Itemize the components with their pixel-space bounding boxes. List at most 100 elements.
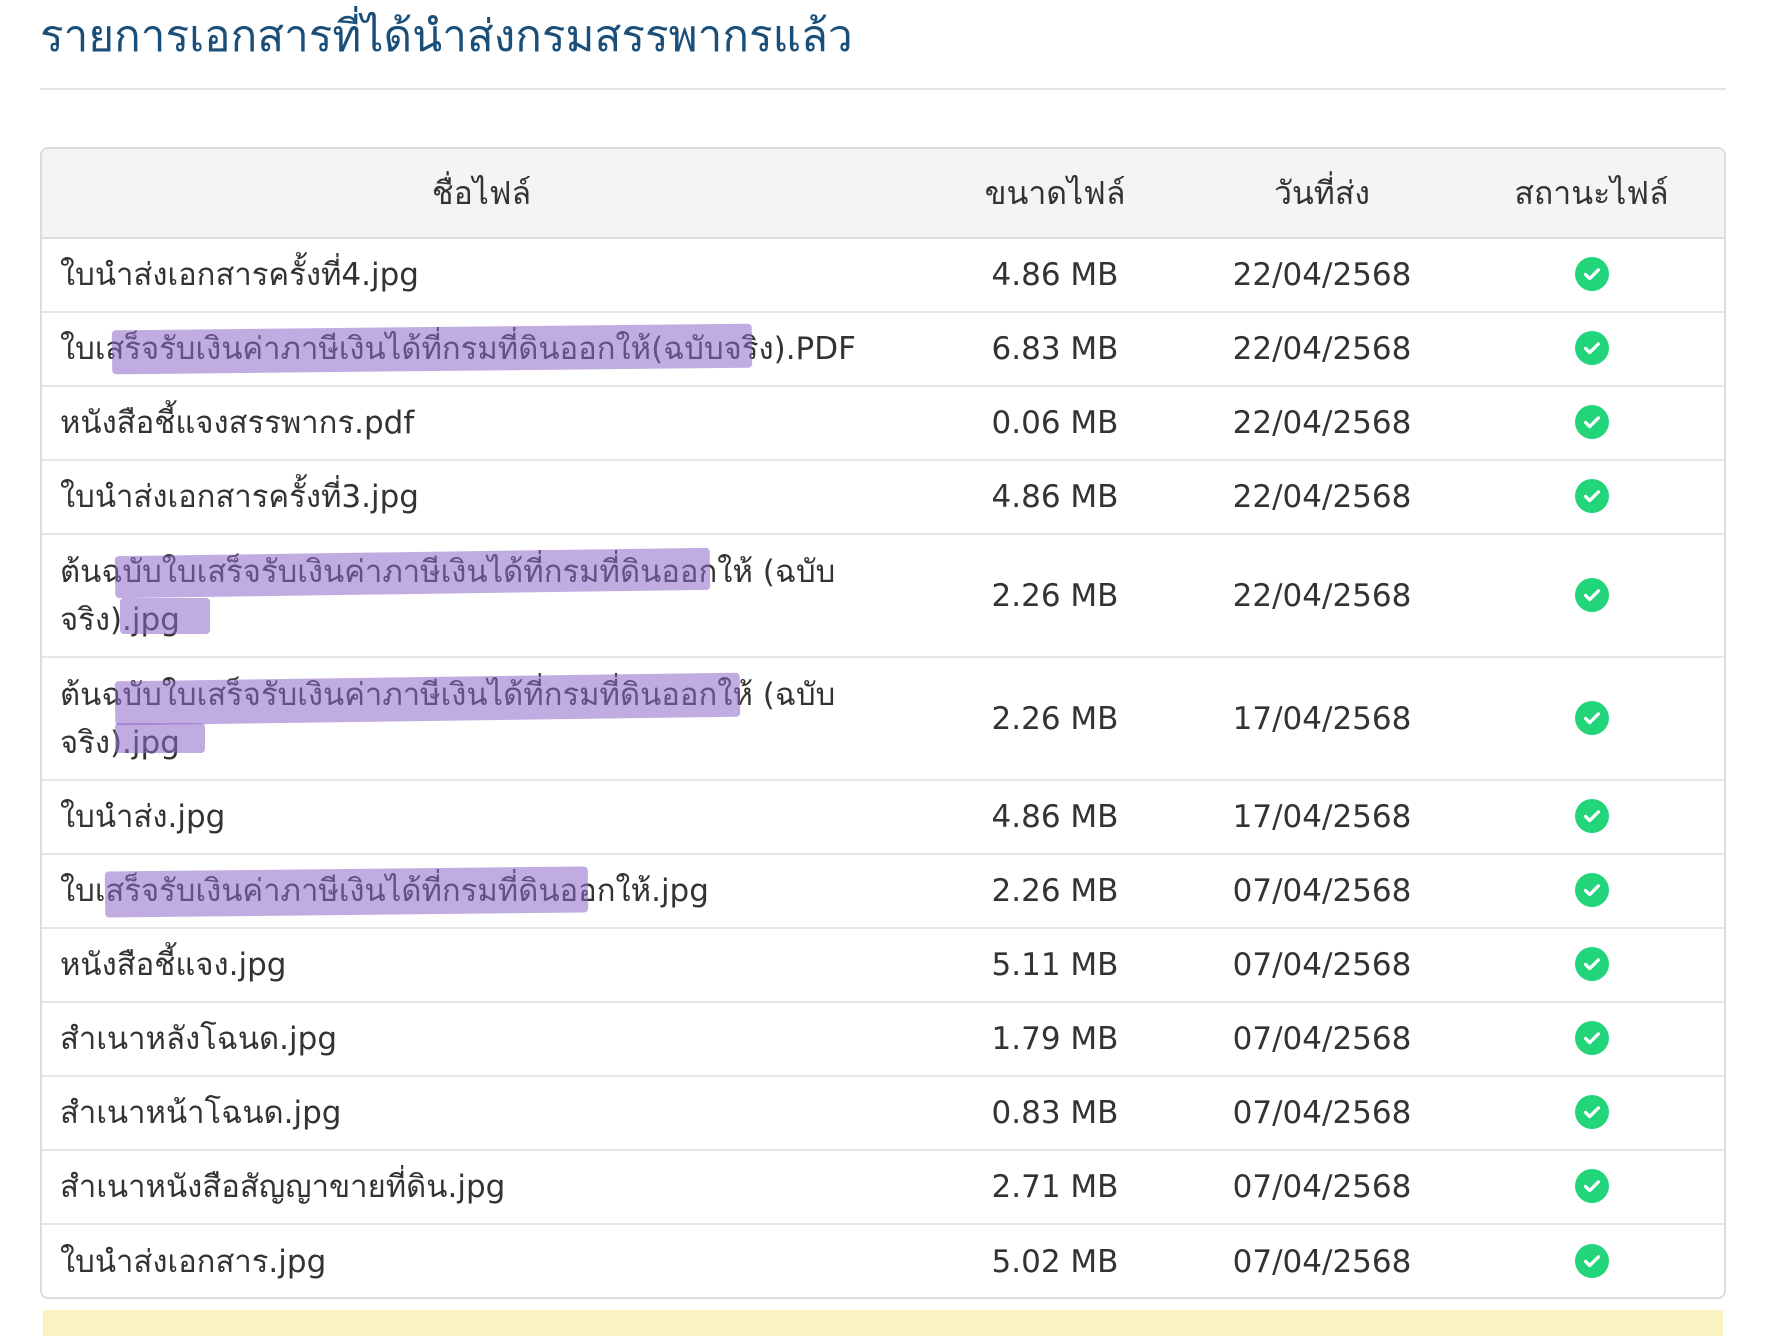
file-name-cell: หนังสือชี้แจง.jpg (42, 927, 921, 1002)
send-date-cell: 17/04/2568 (1189, 779, 1455, 854)
file-status-cell (1455, 459, 1724, 534)
table-row: หนังสือชี้แจง.jpg 5.11 MB 07/04/2568 (42, 927, 1724, 1002)
table-row: สำเนาหลังโฉนด.jpg 1.79 MB 07/04/2568 (42, 1001, 1724, 1076)
check-circle-icon (1574, 947, 1609, 981)
header-file-status: สถานะไฟล์ (1455, 149, 1724, 239)
file-size-cell: 2.26 MB (921, 656, 1189, 780)
file-size-cell: 5.11 MB (921, 927, 1189, 1002)
file-size-cell: 2.71 MB (921, 1149, 1189, 1224)
file-name[interactable]: สำเนาหน้าโฉนด.jpg (60, 1095, 341, 1131)
send-date-cell: 07/04/2568 (1189, 927, 1455, 1002)
file-status-cell (1455, 1075, 1724, 1150)
file-size-cell: 4.86 MB (991, 257, 1119, 293)
check-circle-icon (1574, 1095, 1609, 1129)
file-status-cell (1455, 311, 1724, 386)
check-circle-icon (1574, 1021, 1609, 1055)
check-circle-icon (1574, 479, 1609, 513)
file-name-cell: ใบนำส่งเอกสาร.jpg (42, 1223, 921, 1297)
title-divider (40, 88, 1726, 90)
file-size-cell: 1.79 MB (921, 1001, 1189, 1076)
send-date-cell: 22/04/2568 (1189, 385, 1455, 460)
file-name[interactable]: ใบนำส่งเอกสารครั้งที่4.jpg (60, 257, 419, 293)
check-circle-icon (1574, 331, 1609, 365)
file-name-cell: สำเนาหน้าโฉนด.jpg (42, 1075, 921, 1150)
file-name[interactable]: ใบนำส่ง.jpg (60, 799, 225, 835)
check-circle-icon (1574, 700, 1609, 735)
file-name[interactable]: ใบเสร็จรับเงินค่าภาษีเงินได้ที่กรมที่ดิน… (60, 331, 856, 367)
send-date-cell: 22/04/2568 (1232, 257, 1412, 293)
send-date-cell: 07/04/2568 (1189, 1223, 1455, 1297)
table-row: ต้นฉบับใบเสร็จรับเงินค่าภาษีเงินได้ที่กร… (42, 533, 1724, 657)
documents-table: ชื่อไฟล์ ขนาดไฟล์ วันที่ส่ง สถานะไฟล์ ใบ… (42, 149, 1724, 1297)
check-circle-icon (1574, 405, 1609, 439)
page-title: รายการเอกสารที่ได้นำส่งกรมสรรพากรแล้ว (40, 11, 853, 62)
file-status-cell (1455, 853, 1724, 928)
table-row: สำเนาหนังสือสัญญาขายที่ดิน.jpg 2.71 MB 07/… (42, 1149, 1724, 1224)
table-header-row: ชื่อไฟล์ ขนาดไฟล์ วันที่ส่ง สถานะไฟล์ (42, 149, 1724, 239)
file-name-cell: ต้นฉบับใบเสร็จรับเงินค่าภาษีเงินได้ที่กร… (42, 656, 921, 780)
table-row: สำเนาหน้าโฉนด.jpg 0.83 MB 07/04/2568 (42, 1075, 1724, 1150)
table-row: ใบเสร็จรับเงินค่าภาษีเงินได้ที่กรมที่ดิน… (42, 311, 1724, 386)
file-status-cell (1455, 1149, 1724, 1224)
send-date-cell: 22/04/2568 (1189, 311, 1455, 386)
file-size-cell: 4.86 MB (921, 779, 1189, 854)
send-date-cell: 07/04/2568 (1189, 1149, 1455, 1224)
send-date-cell: 07/04/2568 (1189, 853, 1455, 928)
table-row: ใบนำส่งเอกสาร.jpg 5.02 MB 07/04/2568 (42, 1223, 1724, 1297)
send-date-cell: 22/04/2568 (1189, 459, 1455, 534)
file-name-cell: ใบเสร็จรับเงินค่าภาษีเงินได้ที่กรมที่ดิน… (42, 853, 921, 928)
file-name[interactable]: ใบนำส่งเอกสารครั้งที่3.jpg (60, 479, 419, 515)
file-name[interactable]: หนังสือชี้แจงสรรพากร.pdf (60, 405, 414, 441)
file-size-cell: 2.26 MB (921, 853, 1189, 928)
file-status-cell (1455, 1001, 1724, 1076)
table-row: ต้นฉบับใบเสร็จรับเงินค่าภาษีเงินได้ที่กร… (42, 656, 1724, 780)
table-row: ใบนำส่งเอกสารครั้งที่4.jpg 4.86 MB 22/04/2… (42, 238, 1724, 312)
file-size-cell: 2.26 MB (921, 533, 1189, 657)
header-file-size: ขนาดไฟล์ (921, 149, 1189, 239)
file-status-cell (1455, 533, 1724, 657)
table-row: หนังสือชี้แจงสรรพากร.pdf 0.06 MB 22/04/256… (42, 385, 1724, 460)
header-send-date: วันที่ส่ง (1189, 149, 1455, 239)
file-name-cell: ใบเสร็จรับเงินค่าภาษีเงินได้ที่กรมที่ดิน… (42, 311, 921, 386)
send-date-cell: 07/04/2568 (1189, 1075, 1455, 1150)
file-size-cell: 5.02 MB (921, 1223, 1189, 1297)
file-status-cell (1455, 385, 1724, 460)
file-name[interactable]: ใบเสร็จรับเงินค่าภาษีเงินได้ที่กรมที่ดิน… (60, 873, 709, 909)
file-status-cell (1455, 656, 1724, 780)
check-circle-icon (1574, 873, 1609, 907)
file-size-cell: 0.06 MB (921, 385, 1189, 460)
send-date-cell: 22/04/2568 (1189, 533, 1455, 657)
file-name[interactable]: ต้นฉบับใบเสร็จรับเงินค่าภาษีเงินได้ที่กร… (60, 677, 835, 761)
file-name-cell: สำเนาหนังสือสัญญาขายที่ดิน.jpg (42, 1149, 921, 1224)
file-name[interactable]: สำเนาหนังสือสัญญาขายที่ดิน.jpg (60, 1169, 505, 1205)
file-name[interactable]: ต้นฉบับใบเสร็จรับเงินค่าภาษีเงินได้ที่กร… (60, 554, 835, 638)
table-row: ใบนำส่ง.jpg 4.86 MB 17/04/2568 (42, 779, 1724, 854)
send-date-cell: 17/04/2568 (1189, 656, 1455, 780)
file-status-cell (1455, 927, 1724, 1002)
file-name-cell: ใบนำส่ง.jpg (42, 779, 921, 854)
table-row: ใบเสร็จรับเงินค่าภาษีเงินได้ที่กรมที่ดิน… (42, 853, 1724, 928)
file-size-cell: 6.83 MB (921, 311, 1189, 386)
file-name-cell: หนังสือชี้แจงสรรพากร.pdf (42, 385, 921, 460)
check-circle-icon (1574, 577, 1609, 612)
file-name[interactable]: หนังสือชี้แจง.jpg (60, 947, 286, 983)
check-circle-icon (1574, 1169, 1609, 1203)
file-status-cell (1455, 779, 1724, 854)
header-file-name: ชื่อไฟล์ (42, 149, 921, 239)
file-status-cell (1455, 238, 1724, 312)
file-name-cell: สำเนาหลังโฉนด.jpg (42, 1001, 921, 1076)
table-row: ใบนำส่งเอกสารครั้งที่3.jpg 4.86 MB 22/04/2… (42, 459, 1724, 534)
send-date-cell: 07/04/2568 (1189, 1001, 1455, 1076)
file-name-cell: ต้นฉบับใบเสร็จรับเงินค่าภาษีเงินได้ที่กร… (42, 533, 921, 657)
note-banner (43, 1310, 1723, 1336)
check-circle-icon (1574, 257, 1609, 291)
check-circle-icon (1574, 1243, 1609, 1278)
file-name[interactable]: ใบนำส่งเอกสาร.jpg (60, 1244, 326, 1280)
documents-table-card: ชื่อไฟล์ ขนาดไฟล์ วันที่ส่ง สถานะไฟล์ ใบ… (40, 147, 1726, 1299)
check-circle-icon (1574, 799, 1609, 833)
file-status-cell (1455, 1223, 1724, 1297)
file-name[interactable]: สำเนาหลังโฉนด.jpg (60, 1021, 337, 1057)
file-name-cell: ใบนำส่งเอกสารครั้งที่3.jpg (42, 459, 921, 534)
file-size-cell: 4.86 MB (921, 459, 1189, 534)
file-size-cell: 0.83 MB (921, 1075, 1189, 1150)
